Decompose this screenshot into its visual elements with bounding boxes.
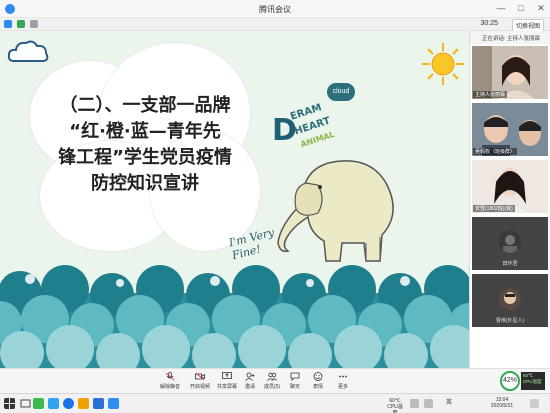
qq-icon[interactable] [93,398,104,409]
participants-panel: 正在讲话: 主持人张丽霖 主持人张丽霖 吴佩权（班级群） 安雪(1802班)(我… [469,31,550,368]
more-icon [339,375,347,378]
avatar [499,287,521,310]
toolbar-label: 解除静音 [159,384,180,390]
participant-name: 田环君 [502,261,518,267]
os-taskbar: 60℃ CPU温度 英 15:04 2020/5/31 [0,393,550,413]
chat-icon [290,372,300,381]
participant-name: 安雪(1802班)(我) [473,205,515,212]
cloud-badge-text: cloud [332,88,350,95]
volume-icon[interactable] [424,399,433,408]
info-icon[interactable] [4,20,12,28]
browser-icon[interactable] [63,398,74,409]
avatar-image [499,230,521,253]
performance-percent: 42% [500,371,520,391]
shared-slide: （二）、一支部一品牌 “红·橙·蓝—青年先 锋工程”学生党员疫情 防控知识宣讲 … [0,31,469,368]
tray-temp-label: CPU温度 [387,404,403,413]
meeting-window: 腾讯会议 — □ ✕ 30:25 切换视图 （二）、一支部一品牌 “红·橙·蓝—… [0,0,550,413]
meeting-duration: 30:25 [480,20,498,27]
camera-off-icon [195,372,205,381]
start-video-button[interactable]: 开启视频 [185,372,215,390]
maximize-button[interactable]: □ [516,3,526,14]
tray-temperature: 60℃ CPU温度 [385,398,405,413]
participant-name: 吴佩权（班级群） [473,148,518,155]
participant-name: 曹维(外星人) [495,318,525,324]
signal-icon[interactable] [30,20,38,28]
participant-tile[interactable]: 曹维(外星人) [472,274,548,327]
shield-icon[interactable] [17,20,25,28]
cloud-badge: cloud [327,83,355,101]
participant-tile[interactable]: 安雪(1802班)(我) [472,160,548,213]
toolbar-label: 更多 [337,384,348,390]
emoji-icon [313,372,323,381]
unmute-button[interactable]: 解除静音 [155,372,185,390]
meeting-status-bar: 30:25 切换视图 [0,18,550,32]
participant-tile[interactable]: 田环君 [472,217,548,270]
sea-waves [0,265,469,368]
window-title: 腾讯会议 [259,5,291,14]
title-bar: 腾讯会议 — □ ✕ [0,0,550,18]
small-cloud-icon [7,40,49,62]
invite-icon [245,372,255,381]
participant-tile[interactable]: 吴佩权（班级群） [472,103,548,156]
more-button[interactable]: 更多 [328,372,358,390]
slide-title-line: （二）、一支部一品牌 [59,95,231,116]
wechat-icon[interactable] [33,398,44,409]
media-player-icon[interactable] [48,398,59,409]
sun-icon [422,43,464,85]
microphone-muted-icon [165,372,175,381]
avatar [499,230,521,253]
toolbar-label: 开启视频 [189,384,210,390]
minimize-button[interactable]: — [496,3,506,14]
slide-title-line: 锋工程”学生党员疫情 [58,147,232,168]
members-icon [267,372,277,381]
clock-date: 2020/5/31 [490,403,514,409]
avatar-image [499,287,521,310]
window-controls: — □ ✕ [496,3,546,14]
input-language[interactable]: 英 [444,400,454,406]
share-screen-icon [222,372,232,379]
status-icons [4,20,38,28]
performance-details: 60℃ CPU温度 [521,372,545,390]
slide-title-line: “红·橙·蓝—青年先 [69,121,221,142]
performance-monitor[interactable]: 42% 60℃ CPU温度 [500,370,546,393]
notification-icon[interactable] [530,399,539,408]
slide-title-line: 防控知识宣讲 [91,173,199,194]
taskbar-clock[interactable]: 15:04 2020/5/31 [482,397,522,409]
task-view-icon[interactable] [20,398,31,409]
speaking-indicator: 正在讲话: 主持人张丽霖 [470,31,550,44]
windows-start-icon[interactable] [4,398,15,409]
network-icon[interactable] [410,399,419,408]
slide-title: （二）、一支部一品牌 “红·橙·蓝—青年先 锋工程”学生党员疫情 防控知识宣讲 [50,93,240,197]
meeting-toolbar: 解除静音 开启视频 共享屏幕 邀请 成员(5) 聊天 表情 更多 42% 60℃… [0,368,550,393]
close-button[interactable]: ✕ [536,3,546,14]
participant-tile[interactable]: 主持人张丽霖 [472,46,548,99]
file-explorer-icon[interactable] [78,398,89,409]
tencent-meeting-icon[interactable] [108,398,119,409]
performance-cpu: CPU温度 [523,379,542,384]
participant-name: 主持人张丽霖 [473,91,508,98]
